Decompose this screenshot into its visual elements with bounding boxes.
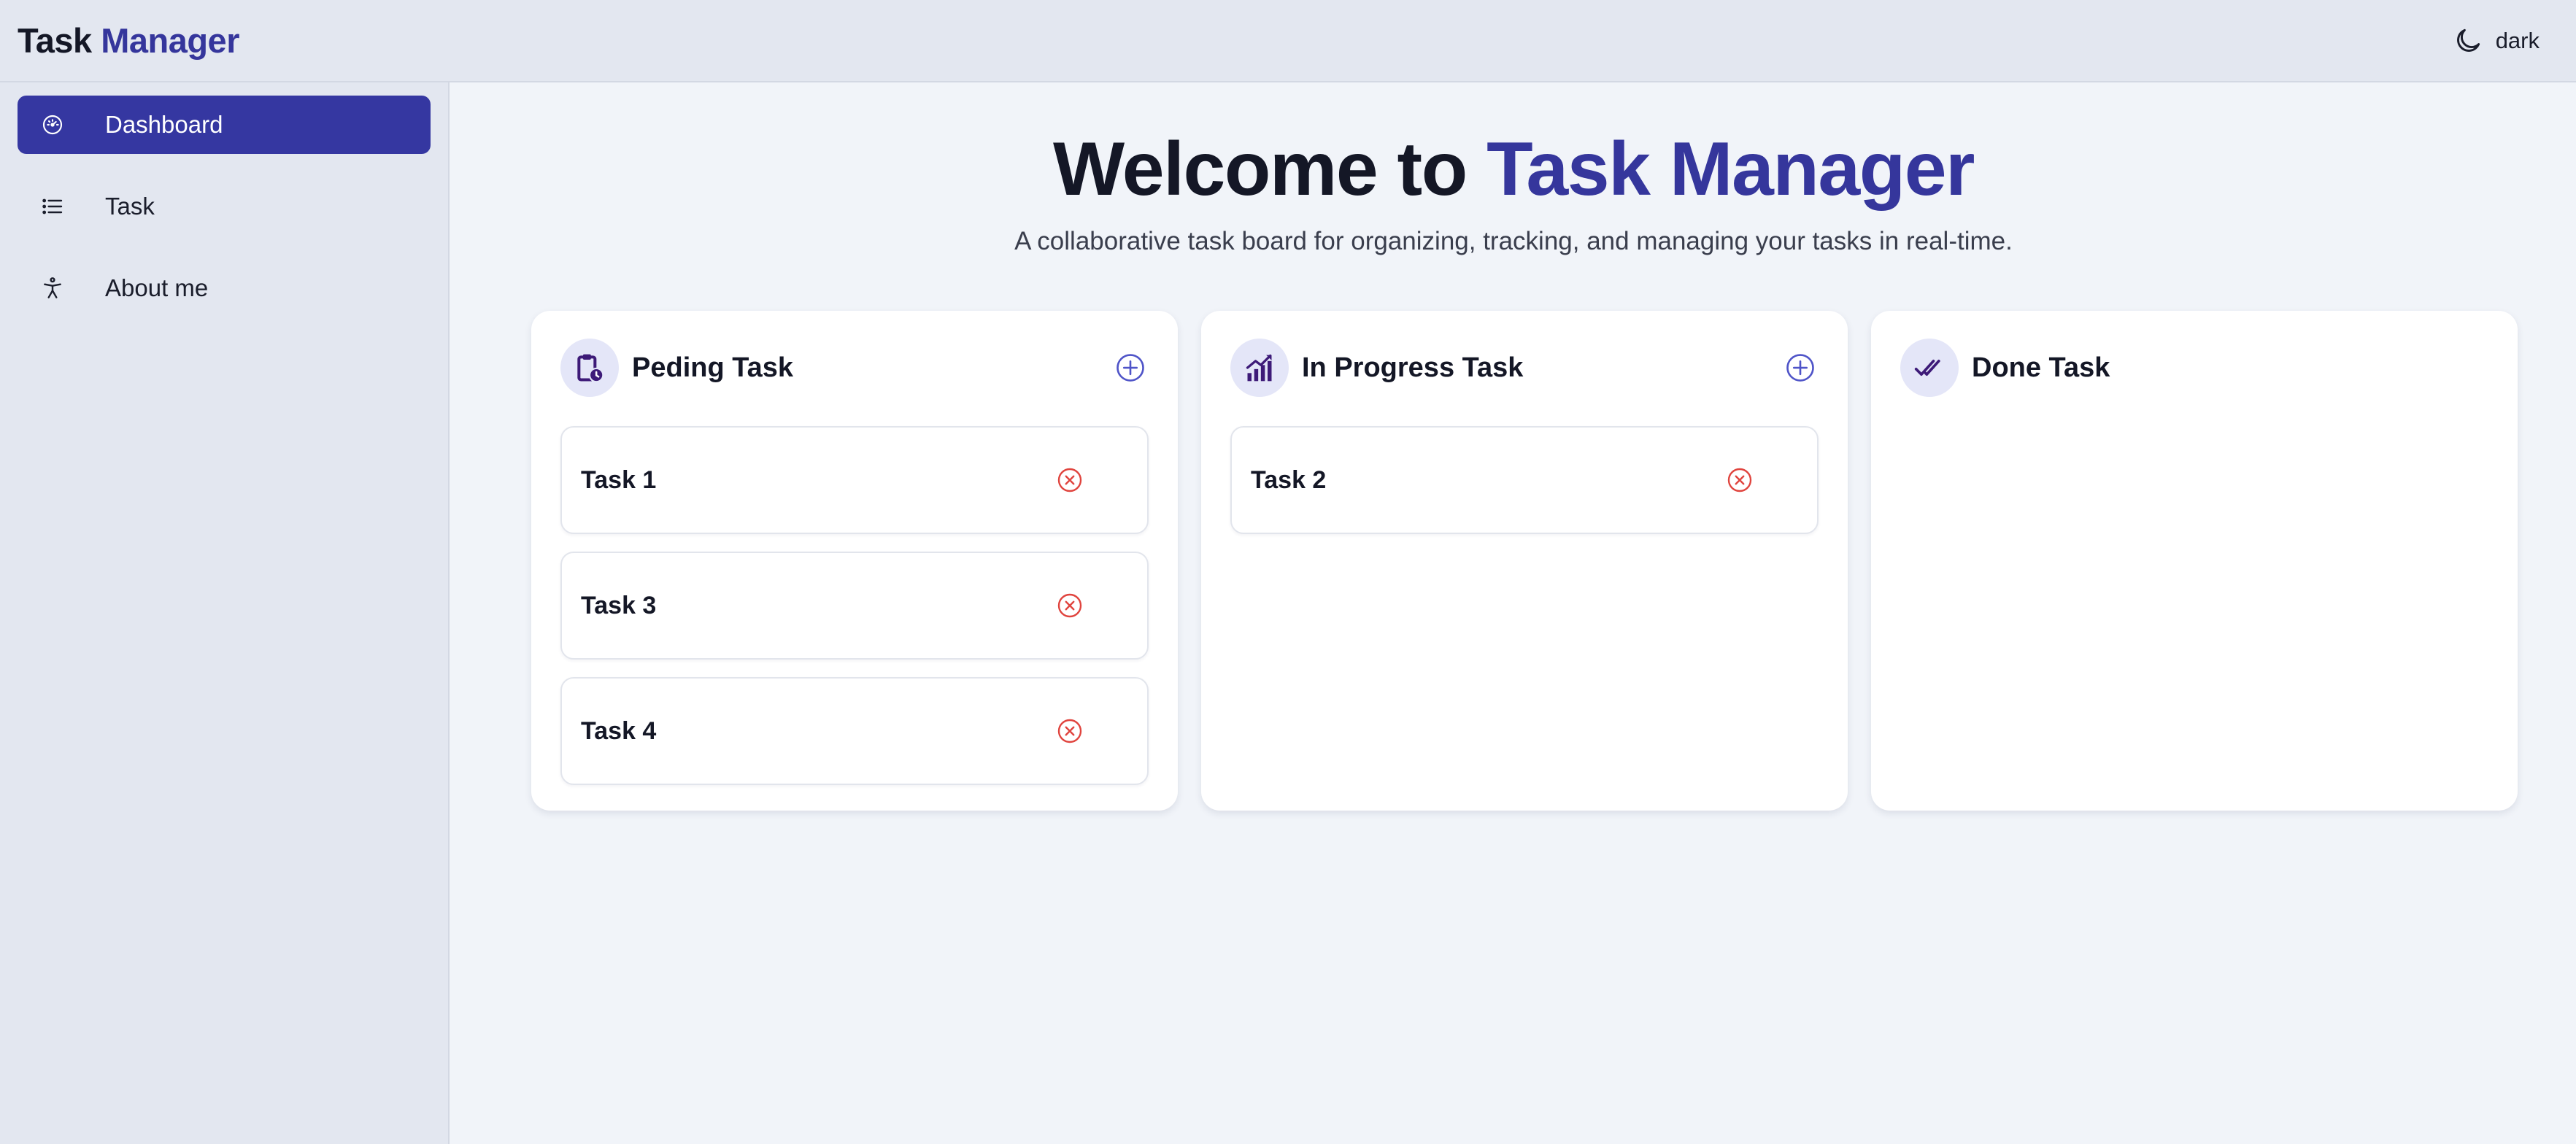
welcome-prefix: Welcome to	[1052, 127, 1468, 212]
sidebar-item-dashboard[interactable]: Dashboard	[18, 96, 431, 154]
task-board: Peding Task Task 1 Task 3 Task 4 In Prog…	[531, 311, 2518, 811]
app-header: Task Manager dark	[0, 0, 2576, 82]
sidebar-item-label: Dashboard	[105, 111, 223, 138]
moon-icon	[2456, 28, 2480, 52]
brand-logo[interactable]: Task Manager	[18, 20, 239, 61]
task-card[interactable]: Task 1	[560, 426, 1149, 534]
main-content: Welcome to Task Manager A collaborative …	[451, 84, 2576, 1144]
task-name: Task 3	[581, 591, 657, 619]
double-check-icon	[1900, 339, 1959, 397]
task-card[interactable]: Task 2	[1230, 426, 1819, 534]
sidebar-item-label: Task	[105, 193, 155, 220]
brand-word-task: Task	[18, 21, 92, 60]
sidebar-item-task[interactable]: Task	[18, 177, 431, 236]
column-title: Peding Task	[632, 352, 794, 383]
task-card[interactable]: Task 4	[560, 677, 1149, 785]
page-title: Welcome to Task Manager	[451, 126, 2576, 214]
column-title: In Progress Task	[1302, 352, 1524, 383]
brand-word-manager: Manager	[101, 21, 239, 60]
delete-task-button[interactable]	[1727, 467, 1753, 493]
task-card[interactable]: Task 3	[560, 552, 1149, 660]
delete-task-button[interactable]	[1057, 718, 1083, 744]
column-header: In Progress Task	[1230, 339, 1819, 397]
add-task-button[interactable]	[1115, 352, 1146, 383]
delete-task-button[interactable]	[1057, 467, 1083, 493]
accessibility-icon	[29, 276, 76, 301]
theme-toggle-button[interactable]: dark	[2452, 25, 2540, 57]
task-name: Task 1	[581, 465, 657, 494]
sidebar-item-about-me[interactable]: About me	[18, 259, 431, 317]
dashboard-icon	[29, 112, 76, 137]
task-name: Task 2	[1251, 465, 1327, 494]
column-done: Done Task	[1871, 311, 2518, 811]
column-title: Done Task	[1972, 352, 2110, 383]
add-task-button[interactable]	[1785, 352, 1816, 383]
page-subtitle: A collaborative task board for organizin…	[1014, 227, 2013, 255]
sidebar-item-label: About me	[105, 274, 209, 301]
delete-task-button[interactable]	[1057, 592, 1083, 619]
column-header: Peding Task	[560, 339, 1149, 397]
chart-trend-icon	[1230, 339, 1289, 397]
task-name: Task 4	[581, 716, 657, 745]
column-header: Done Task	[1900, 339, 2488, 397]
column-in-progress: In Progress Task Task 2	[1201, 311, 1848, 811]
clipboard-clock-icon	[560, 339, 619, 397]
theme-toggle-label: dark	[2495, 27, 2540, 53]
welcome-accent: Task Manager	[1486, 127, 1975, 212]
column-pending: Peding Task Task 1 Task 3 Task 4	[531, 311, 1178, 811]
list-icon	[29, 194, 76, 219]
sidebar: Dashboard Task About me	[0, 82, 450, 1144]
